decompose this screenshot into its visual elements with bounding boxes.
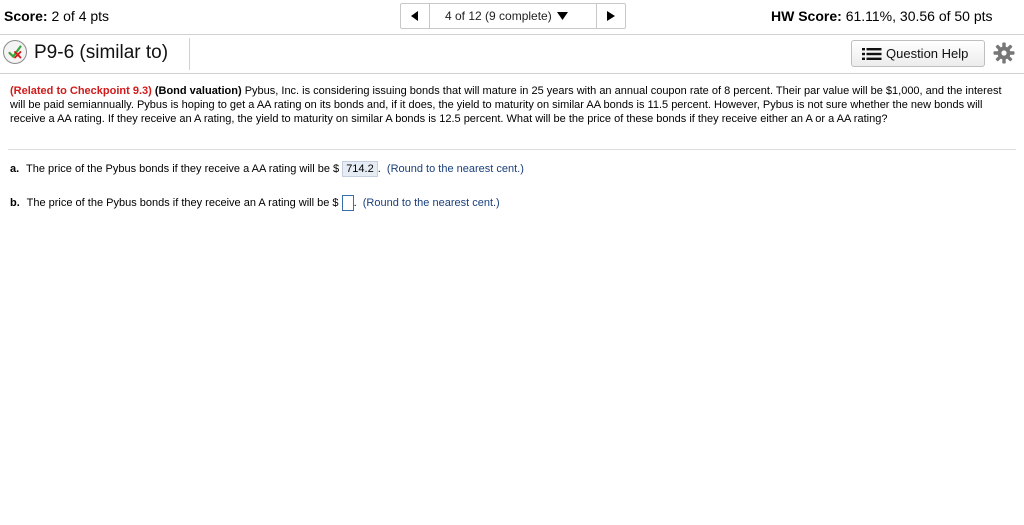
- part-a: a. The price of the Pybus bonds if they …: [10, 161, 524, 177]
- question-help-button[interactable]: Question Help: [851, 40, 985, 67]
- part-a-text: The price of the Pybus bonds if they rec…: [26, 163, 340, 175]
- problem-statement: (Related to Checkpoint 9.3) (Bond valuat…: [10, 84, 1015, 126]
- partial-credit-icon: [3, 40, 27, 64]
- part-b: b. The price of the Pybus bonds if they …: [10, 195, 500, 211]
- problem-topic: (Bond valuation): [154, 85, 242, 97]
- related-checkpoint: (Related to Checkpoint 9.3): [10, 85, 152, 97]
- previous-question-button[interactable]: [400, 3, 430, 29]
- next-question-button[interactable]: [596, 3, 626, 29]
- hw-score-value: 61.11%, 30.56 of 50 pts: [845, 8, 993, 24]
- question-title-bar: P9-6 (similar to) Question Help: [0, 34, 1024, 74]
- part-b-text: The price of the Pybus bonds if they rec…: [26, 196, 339, 209]
- gear-icon[interactable]: [993, 42, 1015, 64]
- part-b-answer-input[interactable]: [341, 195, 354, 211]
- question-help-label: Question Help: [886, 46, 969, 61]
- part-a-hint: (Round to the nearest cent.): [386, 163, 524, 175]
- question-select[interactable]: 4 of 12 (9 complete): [430, 3, 596, 29]
- part-a-period: .: [377, 163, 381, 175]
- chevron-left-icon: [411, 11, 418, 21]
- part-a-label: a.: [10, 163, 20, 175]
- part-b-label: b.: [10, 196, 20, 209]
- part-b-hint: (Round to the nearest cent.): [362, 196, 500, 209]
- top-bar: Score: 2 of 4 pts 4 of 12 (9 complete) H…: [0, 0, 1024, 34]
- question-title: P9-6 (similar to): [34, 42, 169, 63]
- part-a-answer[interactable]: 714.2: [342, 161, 378, 177]
- part-b-period: .: [353, 196, 357, 209]
- caret-down-icon: [556, 12, 568, 20]
- chevron-right-icon: [607, 11, 615, 21]
- list-icon: [862, 47, 882, 60]
- question-navigator: 4 of 12 (9 complete): [400, 3, 626, 29]
- score: Score: 2 of 4 pts: [4, 8, 109, 24]
- divider: [8, 149, 1016, 150]
- title-divider: [189, 38, 190, 70]
- question-select-label: 4 of 12 (9 complete): [445, 9, 552, 23]
- score-label: Score:: [4, 8, 48, 24]
- hw-score: HW Score: 61.11%, 30.56 of 50 pts: [771, 8, 993, 24]
- hw-score-label: HW Score:: [771, 8, 842, 24]
- score-value: 2 of 4 pts: [51, 8, 110, 24]
